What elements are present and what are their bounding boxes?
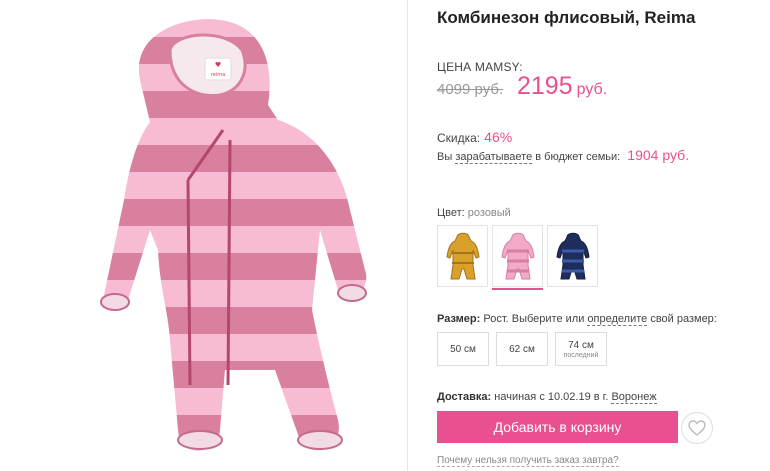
earn-amount: 1904 руб. — [627, 147, 690, 163]
size-option-62[interactable]: 62 см — [496, 332, 548, 366]
new-price: 2195 руб. — [517, 72, 607, 101]
heart-icon — [688, 420, 706, 436]
delivery-label: Доставка: — [437, 391, 492, 403]
column-divider — [407, 0, 408, 471]
brand-tag-text: reima — [211, 72, 225, 78]
new-price-value: 2195 — [517, 72, 573, 100]
discount-row: Скидка: 46% — [437, 129, 512, 145]
price-label: ЦЕНА MAMSY: — [437, 60, 523, 74]
color-swatches — [437, 225, 598, 290]
product-image: ♥ reima — [100, 19, 367, 451]
size-option-74[interactable]: 74 см последний — [555, 332, 607, 366]
swatch-navy-icon — [555, 232, 590, 280]
discount-label: Скидка: — [437, 131, 481, 145]
earn-link[interactable]: зарабатываете — [455, 151, 533, 164]
new-price-currency: руб. — [576, 81, 608, 98]
color-label: Цвет: — [437, 207, 465, 219]
size-option-label: 62 см — [509, 343, 535, 355]
product-title: Комбинезон флисовый, Reima — [437, 8, 696, 27]
color-swatch-mustard[interactable] — [437, 225, 488, 287]
svg-text:♥: ♥ — [215, 61, 221, 69]
size-label: Размер: — [437, 313, 481, 325]
add-to-cart-button[interactable]: Добавить в корзину — [437, 411, 678, 443]
earn-prefix: Вы — [437, 151, 453, 163]
why-not-tomorrow-link[interactable]: Почему нельзя получить заказ завтра? — [437, 455, 619, 467]
earn-row: Вы зарабатываете в бюджет семьи: 1904 ру… — [437, 147, 690, 164]
size-text-before: Рост. Выберите или — [483, 313, 585, 325]
discount-value: 46% — [484, 129, 513, 145]
color-swatch-navy[interactable] — [547, 225, 598, 287]
delivery-row: Доставка: начиная с 10.02.19 в г. Вороне… — [437, 391, 657, 404]
delivery-text: начиная с 10.02.19 в г. — [494, 391, 609, 403]
size-option-label: 74 см — [568, 339, 594, 351]
size-options: 50 см 62 см 74 см последний — [437, 332, 607, 366]
wishlist-button[interactable] — [681, 412, 713, 444]
color-row: Цвет: розовый — [437, 207, 511, 219]
delivery-city-link[interactable]: Воронеж — [611, 391, 657, 404]
size-text-after: свой размер: — [650, 313, 717, 325]
old-price: 4099 руб. — [437, 81, 504, 98]
size-define-link[interactable]: определите — [587, 313, 648, 326]
swatch-mustard-icon — [445, 232, 480, 280]
size-row: Размер: Рост. Выберите или определите св… — [437, 313, 717, 326]
earn-suffix: в бюджет семьи: — [535, 151, 621, 163]
size-option-sub: последний — [563, 351, 599, 359]
swatch-pink-icon — [500, 232, 535, 280]
color-swatch-pink[interactable] — [492, 225, 543, 290]
size-option-label: 50 см — [450, 343, 476, 355]
color-value: розовый — [467, 207, 511, 219]
size-option-50[interactable]: 50 см — [437, 332, 489, 366]
